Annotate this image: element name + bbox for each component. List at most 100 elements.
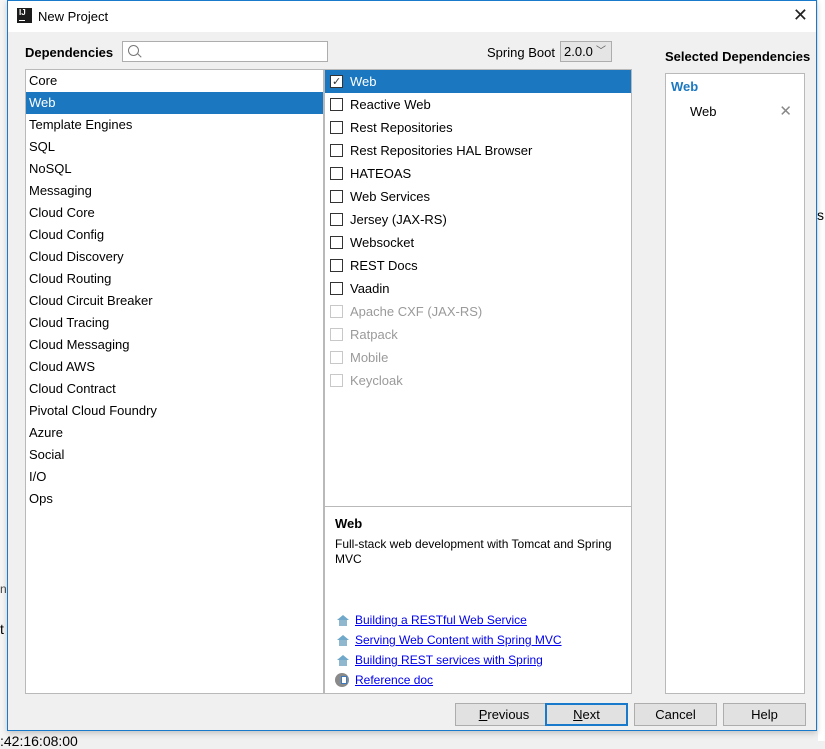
new-project-dialog: IJ New Project ✕ Dependencies Spring Boo… — [7, 0, 817, 731]
category-list[interactable]: Core Web Template Engines SQL NoSQL Messaging… — [25, 69, 324, 694]
category-item[interactable]: Pivotal Cloud Foundry — [26, 400, 323, 422]
category-item[interactable]: Cloud Discovery — [26, 246, 323, 268]
title-bar[interactable]: IJ New Project ✕ — [8, 1, 816, 32]
dependency-label: Rest Repositories HAL Browser — [350, 143, 533, 158]
background-text: :42:16:08:00 — [0, 733, 78, 749]
guide-house-icon — [337, 635, 349, 646]
category-item[interactable]: I/O — [26, 466, 323, 488]
guide-link[interactable]: Serving Web Content with Spring MVC — [355, 633, 562, 647]
close-icon[interactable]: ✕ — [793, 5, 808, 26]
search-input[interactable] — [143, 43, 327, 62]
search-field[interactable] — [122, 41, 328, 62]
dependency-label: Mobile — [350, 350, 389, 365]
category-item[interactable]: Cloud Circuit Breaker — [26, 290, 323, 312]
category-item[interactable]: SQL — [26, 136, 323, 158]
dependency-checkbox[interactable] — [330, 167, 343, 180]
category-item[interactable]: Azure — [26, 422, 323, 444]
intellij-icon: IJ — [17, 8, 32, 23]
dependency-label: Vaadin — [350, 281, 390, 296]
dependency-checkbox[interactable] — [330, 213, 343, 226]
dependency-item[interactable]: Web — [325, 70, 631, 94]
dependency-item[interactable]: Vaadin — [325, 277, 631, 300]
dependency-item[interactable]: Websocket — [325, 231, 631, 254]
category-item[interactable]: Cloud Tracing — [26, 312, 323, 334]
guide-link-item: Building a RESTful Web Service — [335, 613, 527, 627]
reference-doc-link[interactable]: Reference doc — [355, 673, 433, 687]
previous-label: revious — [487, 707, 530, 722]
dependency-label: Ratpack — [350, 327, 398, 342]
dependency-checkbox[interactable] — [330, 98, 343, 111]
background-text: n — [0, 582, 7, 596]
dependency-item[interactable]: Rest Repositories — [325, 116, 631, 139]
remove-dependency-icon[interactable]: ✕ — [779, 102, 792, 120]
dependency-item[interactable]: HATEOAS — [325, 162, 631, 185]
selected-dependencies-panel: Web Web ✕ — [665, 73, 805, 694]
dependency-label: HATEOAS — [350, 166, 412, 181]
previous-button[interactable]: Previous — [455, 703, 553, 726]
dependency-checkbox[interactable] — [330, 121, 343, 134]
dependency-label: Web Services — [350, 189, 430, 204]
dependency-label: Keycloak — [350, 373, 403, 388]
dependency-label: Web — [350, 74, 377, 89]
dependency-description-panel: Web Full-stack web development with Tomc… — [324, 507, 632, 694]
category-item[interactable]: Ops — [26, 488, 323, 510]
category-item[interactable]: Cloud AWS — [26, 356, 323, 378]
dependency-item[interactable]: Reactive Web — [325, 93, 631, 116]
dependency-label: REST Docs — [350, 258, 418, 273]
dependency-checkbox[interactable] — [330, 190, 343, 203]
reference-link-item: Reference doc — [335, 673, 433, 687]
selected-dependency-item: Web — [690, 104, 717, 119]
category-item[interactable]: Template Engines — [26, 114, 323, 136]
spring-boot-version-value: 2.0.0 — [564, 44, 593, 59]
category-item[interactable]: Core — [26, 70, 323, 92]
dependency-checkbox — [330, 305, 343, 318]
dependency-checkbox — [330, 328, 343, 341]
cancel-button[interactable]: Cancel — [634, 703, 717, 726]
dependency-item: Apache CXF (JAX-RS) — [325, 300, 631, 323]
category-item[interactable]: Cloud Contract — [26, 378, 323, 400]
dependency-item[interactable]: Rest Repositories HAL Browser — [325, 139, 631, 162]
dependency-checkbox — [330, 351, 343, 364]
spring-boot-label: Spring Boot — [487, 45, 555, 60]
dependency-checkbox[interactable] — [330, 259, 343, 272]
spring-boot-version-select[interactable]: 2.0.0 ﹀ — [560, 41, 612, 62]
background-text: t — [0, 621, 4, 637]
dependencies-label: Dependencies — [25, 45, 114, 60]
dependency-item[interactable]: REST Docs — [325, 254, 631, 277]
window-title: New Project — [38, 9, 109, 24]
category-item[interactable]: Cloud Config — [26, 224, 323, 246]
selected-dependencies-label: Selected Dependencies — [665, 49, 811, 64]
category-item[interactable]: Web — [26, 92, 323, 114]
dependency-item: Keycloak — [325, 369, 631, 392]
dependency-checkbox[interactable] — [330, 71, 343, 94]
guide-link[interactable]: Building REST services with Spring — [355, 653, 543, 667]
dependency-item: Ratpack — [325, 323, 631, 346]
description-text: Full-stack web development with Tomcat a… — [335, 537, 612, 566]
guide-house-icon — [337, 615, 349, 626]
category-item[interactable]: Social — [26, 444, 323, 466]
dependency-list[interactable]: Web Reactive Web Rest Repositories Rest Rep… — [324, 69, 632, 507]
category-item[interactable]: Messaging — [26, 180, 323, 202]
category-item[interactable]: Cloud Messaging — [26, 334, 323, 356]
category-item[interactable]: Cloud Core — [26, 202, 323, 224]
dependency-item[interactable]: Jersey (JAX-RS) — [325, 208, 631, 231]
description-title: Web — [335, 516, 363, 531]
dependency-label: Reactive Web — [350, 97, 431, 112]
dependency-item[interactable]: Web Services — [325, 185, 631, 208]
dependency-label: Jersey (JAX-RS) — [350, 212, 447, 227]
category-item[interactable]: Cloud Routing — [26, 268, 323, 290]
background-text: s — [817, 207, 824, 223]
guide-house-icon — [337, 655, 349, 666]
guide-link-item: Building REST services with Spring — [335, 653, 543, 667]
dependency-checkbox[interactable] — [330, 144, 343, 157]
category-item[interactable]: NoSQL — [26, 158, 323, 180]
next-button[interactable]: Next — [545, 703, 628, 726]
help-button[interactable]: Help — [723, 703, 806, 726]
guide-link[interactable]: Building a RESTful Web Service — [355, 613, 527, 627]
selected-group-title: Web — [671, 79, 699, 94]
reference-doc-icon — [335, 673, 349, 687]
dependency-checkbox[interactable] — [330, 282, 343, 295]
dependency-checkbox — [330, 374, 343, 387]
dependency-item: Mobile — [325, 346, 631, 369]
dependency-checkbox[interactable] — [330, 236, 343, 249]
